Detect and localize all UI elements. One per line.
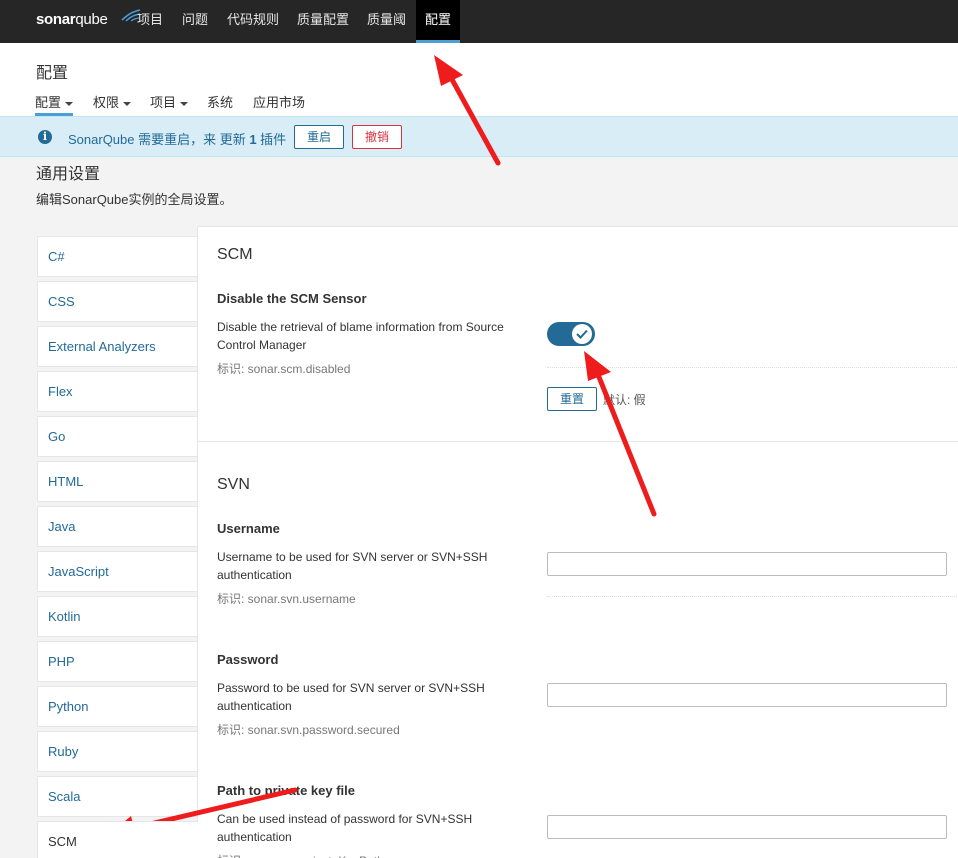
subnav-marketplace[interactable]: 应用市场 — [253, 92, 305, 111]
sidebar-item-csharp[interactable]: C# — [37, 236, 197, 277]
setting-key-svn-private-key: 标识: sonar.svn.privateKeyPath — [217, 852, 384, 858]
sidebar-item-ruby[interactable]: Ruby — [37, 731, 197, 772]
sidebar-item-php[interactable]: PHP — [37, 641, 197, 682]
general-settings-title: 通用设置 — [36, 166, 101, 183]
cancel-pending-button[interactable]: 撤销 — [352, 125, 402, 149]
sidebar-item-html[interactable]: HTML — [37, 461, 197, 502]
subnav-security-label: 权限 — [93, 95, 120, 110]
toggle-knob — [572, 324, 592, 344]
restart-notice-text: SonarQube 需要重启，来 更新 1 插件 — [68, 129, 286, 148]
setting-divider — [547, 596, 958, 597]
sidebar-item-scm[interactable]: SCM — [37, 821, 198, 858]
default-value-text: 默认: 假 — [603, 393, 646, 407]
notice-text-before: SonarQube 需要重启，来 更新 — [68, 132, 250, 147]
setting-description-svn-private-key: Can be used instead of password for SVN+… — [217, 812, 473, 844]
setting-description-scm-disabled: Disable the retrieval of blame informati… — [217, 320, 504, 352]
restart-notice: i SonarQube 需要重启，来 更新 1 插件 重启 撤销 — [0, 116, 958, 157]
subnav-projects[interactable]: 项目 — [150, 92, 189, 111]
top-navbar: sonarqube 项目 问题 代码规则 质量配置 质量阈 配置 — [0, 0, 958, 43]
setting-divider — [547, 367, 958, 368]
nav-quality-profiles[interactable]: 质量配置 — [288, 0, 358, 43]
nav-rules[interactable]: 代码规则 — [218, 0, 288, 43]
restart-button[interactable]: 重启 — [294, 125, 344, 149]
scm-disabled-toggle[interactable] — [547, 322, 595, 346]
logo-text-main: sonar — [36, 11, 76, 28]
sidebar-item-external-analyzers[interactable]: External Analyzers — [37, 326, 197, 367]
sidebar-item-javascript[interactable]: JavaScript — [37, 551, 197, 592]
sidebar-item-css[interactable]: CSS — [37, 281, 197, 322]
page-title: 配置 — [36, 65, 69, 82]
category-divider — [198, 441, 958, 442]
nav-administration[interactable]: 配置 — [416, 0, 461, 43]
general-settings-description: 编辑SonarQube实例的全局设置。 — [36, 192, 233, 207]
category-title-scm: SCM — [217, 246, 253, 263]
setting-name-svn-username: Username — [217, 521, 280, 536]
chevron-down-icon — [123, 101, 132, 106]
setting-key-svn-username: 标识: sonar.svn.username — [217, 592, 356, 606]
page-header: 配置 配置 权限 项目 系统 应用市场 — [0, 43, 958, 116]
sonarqube-logo[interactable]: sonarqube — [36, 9, 141, 28]
sidebar-item-flex[interactable]: Flex — [37, 371, 197, 412]
setting-name-svn-password: Password — [217, 652, 279, 667]
svn-password-input[interactable] — [547, 683, 947, 707]
setting-description-svn-username: Username to be used for SVN server or SV… — [217, 550, 488, 582]
subnav-security[interactable]: 权限 — [93, 92, 132, 111]
setting-key-scm-disabled: 标识: sonar.scm.disabled — [217, 362, 351, 376]
subnav-configuration[interactable]: 配置 — [35, 92, 74, 116]
svn-username-input[interactable] — [547, 552, 947, 576]
chevron-down-icon — [65, 101, 74, 106]
reset-button[interactable]: 重置 — [547, 387, 597, 411]
sidebar-item-kotlin[interactable]: Kotlin — [37, 596, 197, 637]
sidebar-item-java[interactable]: Java — [37, 506, 197, 547]
nav-quality-gates[interactable]: 质量阈 — [358, 0, 415, 43]
subnav-configuration-label: 配置 — [35, 95, 62, 110]
notice-text-after: 插件 — [256, 132, 287, 147]
sidebar-item-go[interactable]: Go — [37, 416, 197, 457]
setting-name-svn-private-key: Path to private key file — [217, 783, 355, 798]
nav-issues[interactable]: 问题 — [173, 0, 217, 43]
logo-text-qube: qube — [75, 11, 108, 28]
setting-description-svn-password: Password to be used for SVN server or SV… — [217, 681, 485, 713]
nav-projects[interactable]: 项目 — [128, 0, 172, 43]
chevron-down-icon — [180, 101, 189, 106]
settings-panel: SCM Disable the SCM Sensor Disable the r… — [197, 226, 958, 858]
category-title-svn: SVN — [217, 476, 250, 493]
sidebar-item-python[interactable]: Python — [37, 686, 197, 727]
setting-key-svn-password: 标识: sonar.svn.password.secured — [217, 723, 400, 737]
setting-name-scm-disabled: Disable the SCM Sensor — [217, 291, 367, 306]
subnav-system[interactable]: 系统 — [207, 92, 233, 111]
info-icon: i — [38, 130, 52, 144]
svn-private-key-input[interactable] — [547, 815, 947, 839]
checkmark-icon — [576, 329, 588, 339]
notice-plugin-count: 1 — [249, 132, 257, 147]
sidebar-item-scala[interactable]: Scala — [37, 776, 197, 817]
subnav-projects-label: 项目 — [150, 95, 177, 110]
